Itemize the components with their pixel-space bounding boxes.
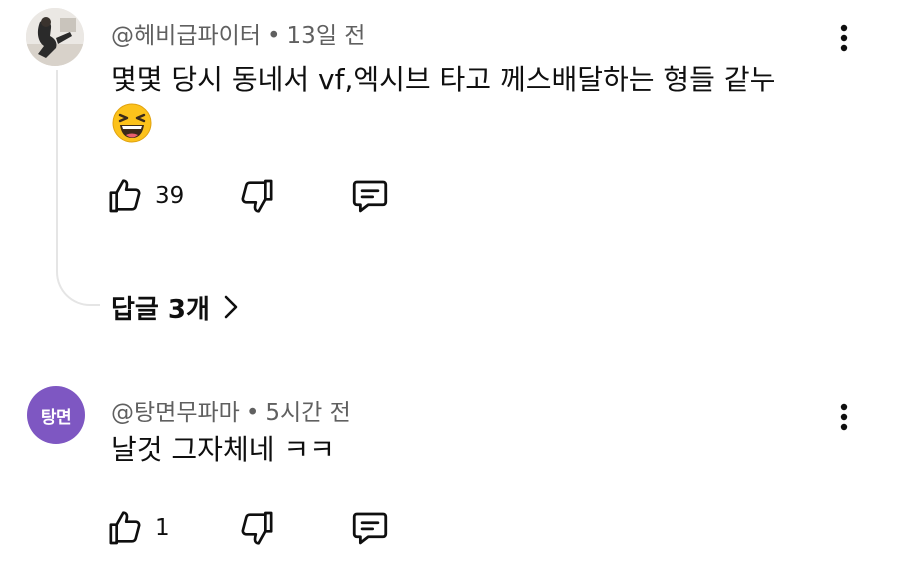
- timestamp[interactable]: 5시간 전: [265, 400, 350, 426]
- avatar[interactable]: 탕면: [27, 386, 85, 444]
- author-name[interactable]: @탕면무파마: [111, 400, 240, 426]
- reply-button[interactable]: [349, 174, 391, 218]
- avatar-initials: 탕면: [40, 407, 72, 428]
- view-replies-button[interactable]: 답글 3개: [111, 288, 238, 326]
- dislike-button[interactable]: [237, 506, 277, 550]
- timestamp[interactable]: 13일 전: [287, 23, 366, 49]
- thread-line: [56, 70, 100, 306]
- comment-item: 탕면 @탕면무파마 • 5시간 전 날것 그자체네 ㅋㅋ 1: [0, 378, 900, 577]
- dislike-button[interactable]: [237, 174, 277, 218]
- thumbs-down-icon: [241, 511, 273, 545]
- like-button[interactable]: [105, 506, 145, 550]
- replies-count-label: 답글 3개: [111, 294, 210, 325]
- reply-comment-icon: [352, 180, 388, 213]
- reply-button[interactable]: [349, 506, 391, 550]
- like-button[interactable]: [105, 174, 145, 218]
- like-count: 1: [155, 515, 170, 541]
- more-options-button[interactable]: [826, 397, 862, 437]
- comment-item: @헤비급파이터 • 13일 전 몇몇 당시 동네서 vf,엑시브 타고 께스배달하는…: [0, 0, 900, 345]
- meta-separator: •: [266, 23, 281, 49]
- thumbs-down-icon: [241, 179, 273, 213]
- comment-meta: @탕면무파마 • 5시간 전: [111, 393, 351, 427]
- comment-text: 몇몇 당시 동네서 vf,엑시브 타고 께스배달하는 형들 같누: [111, 63, 776, 96]
- more-vertical-icon: [840, 403, 848, 431]
- author-name[interactable]: @헤비급파이터: [111, 23, 261, 49]
- more-options-button[interactable]: [826, 18, 862, 58]
- thumbs-up-icon: [109, 511, 141, 545]
- avatar[interactable]: [26, 8, 84, 66]
- chevron-right-icon: [224, 295, 238, 319]
- meta-separator: •: [245, 400, 260, 426]
- more-vertical-icon: [840, 24, 848, 52]
- comment-text: 날것 그자체네 ㅋㅋ: [111, 433, 335, 466]
- comment-meta: @헤비급파이터 • 13일 전: [111, 16, 365, 50]
- like-count: 39: [155, 183, 185, 209]
- thumbs-up-icon: [109, 179, 141, 213]
- reply-comment-icon: [352, 512, 388, 545]
- grinning-squinting-face-icon: [111, 102, 153, 144]
